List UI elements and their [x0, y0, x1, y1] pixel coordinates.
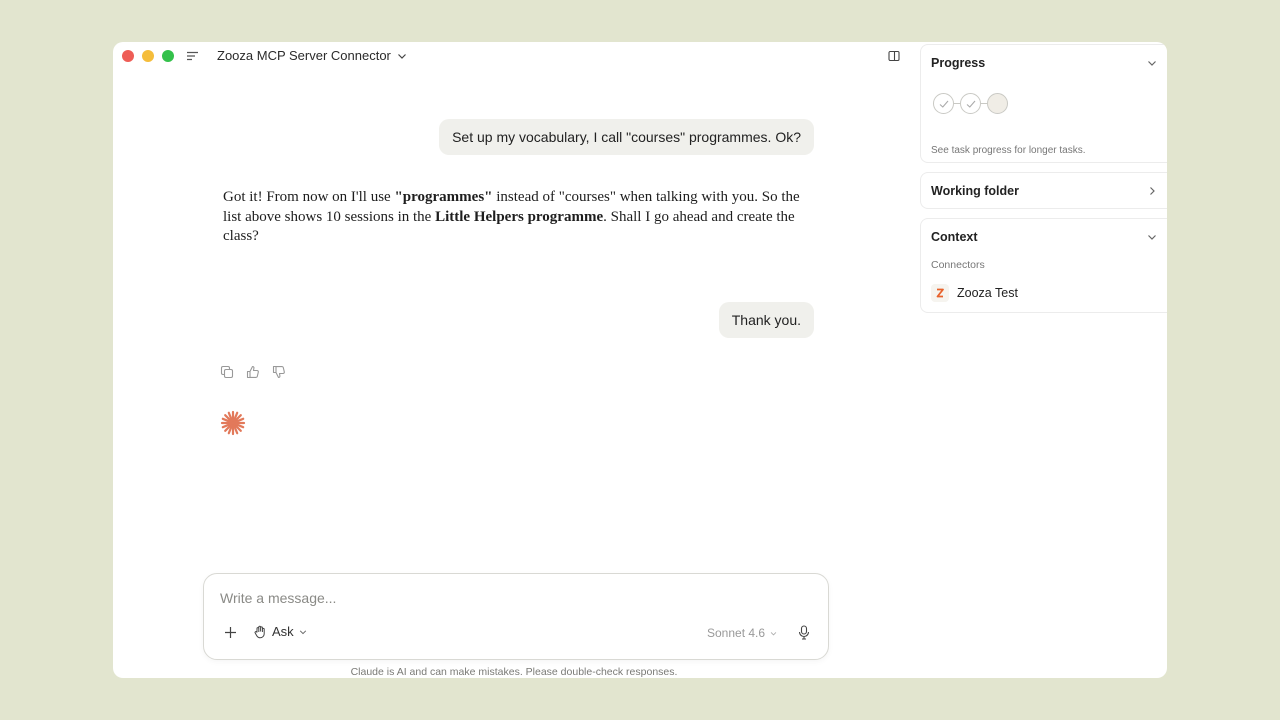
assistant-text-bold: "programmes" [394, 189, 493, 205]
close-window-button[interactable] [122, 50, 134, 62]
message-input[interactable] [220, 590, 720, 606]
progress-title: Progress [931, 56, 986, 70]
minimize-window-button[interactable] [142, 50, 154, 62]
chevron-down-icon [1148, 235, 1156, 240]
zooza-logo-icon [931, 284, 949, 302]
message-composer: Ask Sonnet 4.6 [203, 573, 829, 660]
progress-step-done [933, 93, 954, 114]
progress-hint: See task progress for longer tasks. [931, 145, 1086, 156]
conversation-title: Zooza MCP Server Connector [217, 48, 391, 63]
message-actions [220, 365, 286, 379]
connectors-label: Connectors [931, 259, 985, 271]
working-folder-header[interactable]: Working folder [921, 173, 1167, 209]
chevron-down-icon [397, 53, 406, 59]
chevron-down-icon [299, 629, 306, 634]
progress-header[interactable]: Progress [921, 45, 1167, 81]
context-panel: Context Connectors Zooza Test [920, 218, 1167, 313]
user-message: Set up my vocabulary, I call "courses" p… [439, 119, 814, 155]
progress-step-pending [987, 93, 1008, 114]
context-header[interactable]: Context [921, 219, 1167, 255]
claude-spark-icon [220, 410, 246, 436]
model-selector[interactable]: Sonnet 4.6 [707, 626, 777, 640]
mode-label: Ask [272, 624, 294, 639]
app-window: Zooza MCP Server Connector Set up my voc… [113, 42, 1167, 678]
menu-icon[interactable] [187, 51, 198, 61]
assistant-message: Got it! From now on I'll use "programmes… [223, 188, 803, 247]
thumbs-down-icon[interactable] [272, 365, 286, 379]
window-controls [122, 50, 174, 62]
chevron-right-icon [1150, 187, 1155, 195]
conversation-title-dropdown[interactable]: Zooza MCP Server Connector [217, 48, 407, 63]
assistant-text-bold: Little Helpers programme [435, 208, 604, 225]
connector-item[interactable]: Zooza Test [931, 284, 1018, 302]
maximize-window-button[interactable] [162, 50, 174, 62]
assistant-text-part: Got it! From now on I'll use [223, 189, 395, 205]
hand-icon [254, 625, 265, 638]
working-folder-title: Working folder [931, 184, 1019, 198]
chevron-down-icon [770, 631, 777, 635]
check-icon [939, 100, 948, 108]
working-folder-panel[interactable]: Working folder [920, 172, 1167, 209]
progress-steps [933, 93, 1008, 114]
thumbs-up-icon[interactable] [246, 365, 260, 379]
ai-disclaimer: Claude is AI and can make mistakes. Plea… [350, 666, 678, 678]
connector-name: Zooza Test [957, 286, 1018, 300]
copy-icon[interactable] [220, 365, 234, 379]
panel-toggle-icon[interactable] [888, 50, 900, 62]
user-message: Thank you. [718, 302, 814, 338]
plus-icon[interactable] [224, 626, 237, 639]
model-label: Sonnet 4.6 [707, 626, 766, 640]
check-icon [966, 100, 975, 108]
context-title: Context [931, 230, 978, 244]
mode-selector[interactable]: Ask [253, 624, 307, 639]
progress-step-done [960, 93, 981, 114]
chevron-down-icon [1148, 61, 1156, 66]
progress-panel: Progress See task progress for longer ta… [920, 44, 1167, 163]
microphone-icon[interactable] [797, 625, 811, 640]
